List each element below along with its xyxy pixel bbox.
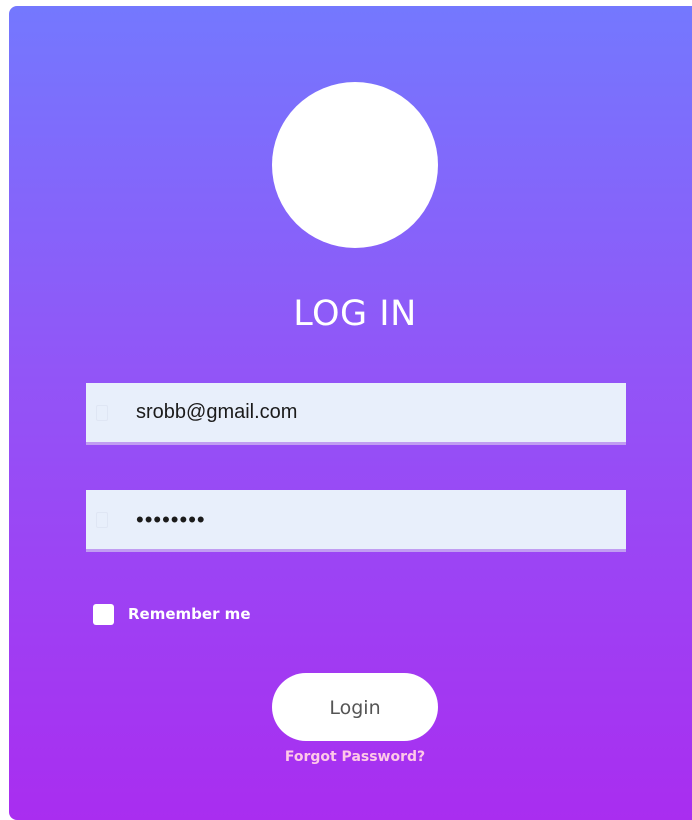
password-field[interactable]	[86, 490, 626, 552]
remember-me-checkbox[interactable]	[93, 603, 114, 625]
forgot-password-link[interactable]: Forgot Password?	[9, 749, 692, 765]
avatar	[272, 82, 438, 248]
remember-me[interactable]: Remember me	[93, 603, 251, 625]
lock-icon	[96, 512, 108, 528]
email-field[interactable]	[86, 383, 626, 445]
page-title: LOG IN	[293, 294, 417, 334]
email-input[interactable]	[136, 383, 606, 442]
login-card: LOG IN Remember me Login Forgot Password…	[9, 6, 692, 820]
envelope-icon	[96, 405, 108, 421]
password-input[interactable]	[136, 490, 606, 549]
login-button[interactable]: Login	[272, 673, 438, 741]
remember-me-label[interactable]: Remember me	[128, 605, 251, 623]
